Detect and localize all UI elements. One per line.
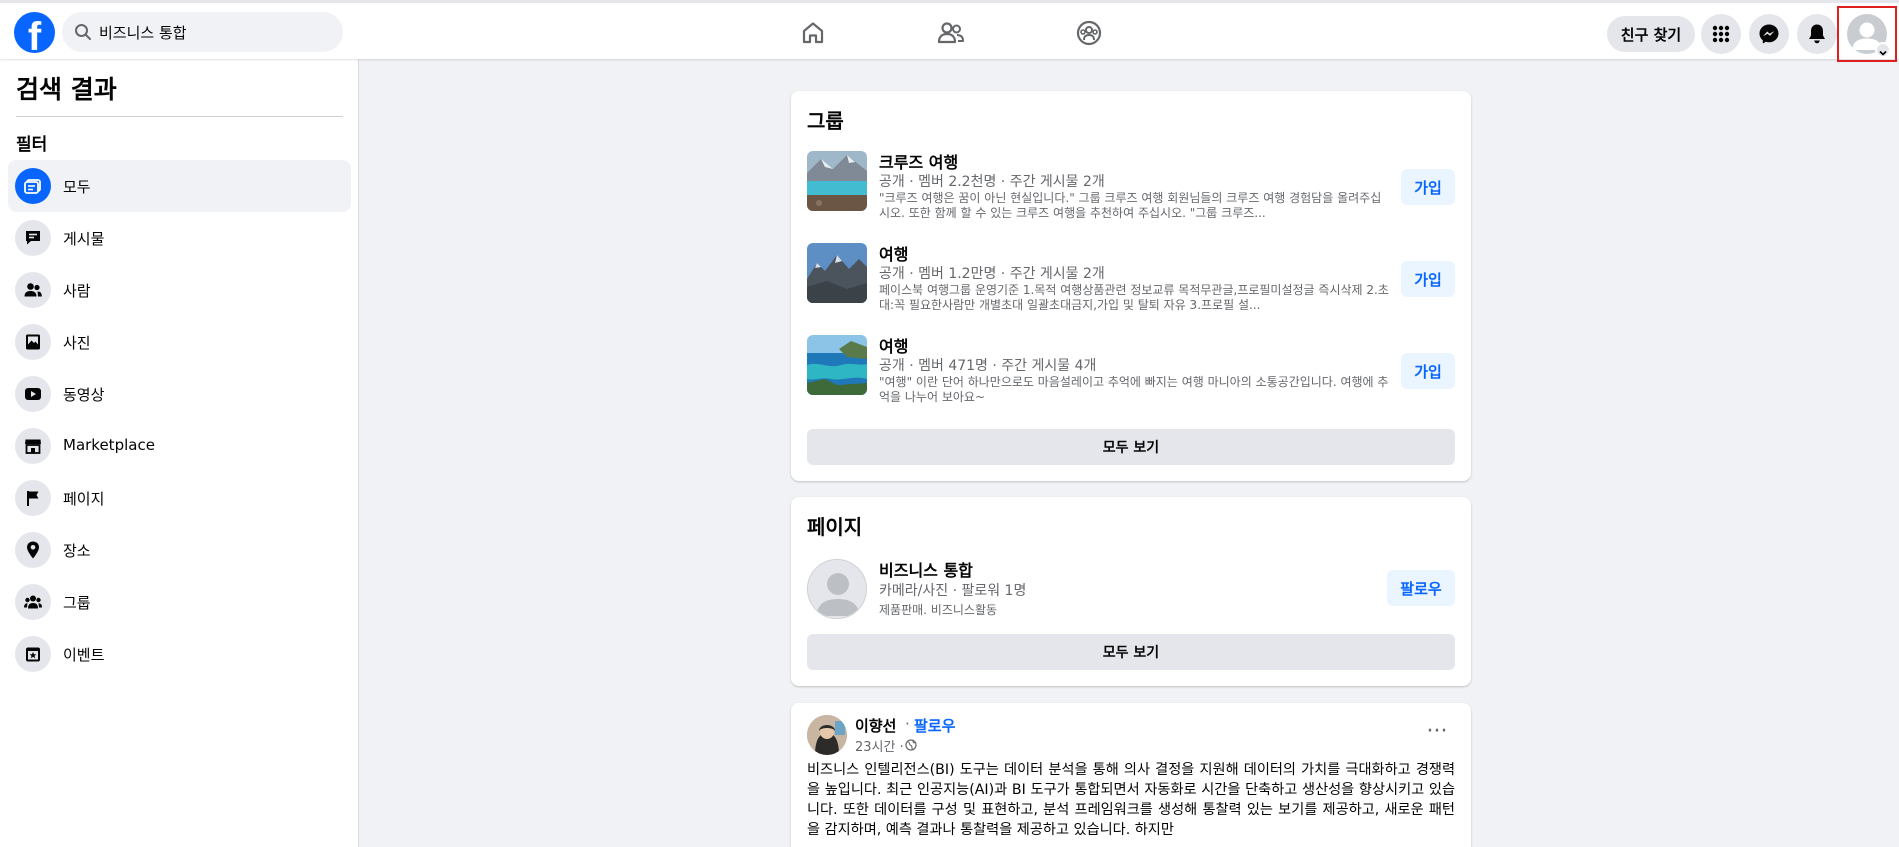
filter-item-videos[interactable]: 동영상 xyxy=(8,368,351,420)
posts-icon xyxy=(15,220,51,256)
menu-grid-icon xyxy=(1712,25,1730,43)
menu-button[interactable] xyxy=(1701,14,1741,54)
follow-author-link[interactable]: 팔로우 xyxy=(914,715,955,736)
filter-item-photos[interactable]: 사진 xyxy=(8,316,351,368)
places-icon xyxy=(15,532,51,568)
divider xyxy=(16,116,343,117)
filter-item-people[interactable]: 사람 xyxy=(8,264,351,316)
page-name[interactable]: 비즈니스 통합 xyxy=(879,557,973,581)
top-navigation-bar: f 친구 찾기 xyxy=(0,0,1899,62)
messenger-icon xyxy=(1759,24,1779,44)
profile-menu-button[interactable] xyxy=(1837,6,1897,62)
friends-icon xyxy=(937,22,964,44)
search-filters-sidebar: 검색 결과 필터 모두 게시물 사람 사진 동영상 Marketplace 페이… xyxy=(0,59,359,847)
follow-page-button[interactable]: 팔로우 xyxy=(1387,570,1455,606)
filter-label: 동영상 xyxy=(63,386,105,404)
notifications-button[interactable] xyxy=(1797,14,1837,54)
people-icon xyxy=(15,272,51,308)
page-description: 제품판매. 비즈니스활동 xyxy=(879,603,998,617)
photos-icon xyxy=(15,324,51,360)
filter-label: 이벤트 xyxy=(63,646,105,664)
filter-label: 장소 xyxy=(63,542,91,560)
messenger-button[interactable] xyxy=(1749,14,1789,54)
filter-item-places[interactable]: 장소 xyxy=(8,524,351,576)
groups-tab[interactable] xyxy=(1069,15,1109,51)
filter-item-events[interactable]: 이벤트 xyxy=(8,628,351,680)
group-result-item[interactable]: 크루즈 여행 공개 · 멤버 2.2천명 · 주간 게시물 2개 "크루즈 여행… xyxy=(807,149,1455,229)
filter-item-all[interactable]: 모두 xyxy=(8,160,351,212)
group-description: 페이스북 여행그룹 운영기준 1.목적 여행상품관련 정보교류 목적무관글,프로… xyxy=(879,283,1389,312)
group-name[interactable]: 여행 xyxy=(879,333,908,357)
chevron-down-icon xyxy=(1879,50,1887,56)
search-results-title: 검색 결과 xyxy=(16,75,117,104)
pages-results-card: 페이지 비즈니스 통합 카메라/사진 · 팔로워 1명 제품판매. 비즈니스활동… xyxy=(791,497,1471,686)
more-options-icon[interactable]: ··· xyxy=(1419,717,1455,753)
filters-heading: 필터 xyxy=(16,135,48,155)
search-box[interactable] xyxy=(62,12,343,52)
find-friends-button[interactable]: 친구 찾기 xyxy=(1607,16,1695,52)
account-chevron xyxy=(1875,42,1891,58)
filter-label: 페이지 xyxy=(63,490,105,508)
pages-icon xyxy=(15,480,51,516)
filter-label: 사람 xyxy=(63,282,91,300)
videos-icon xyxy=(15,376,51,412)
group-description: "크루즈 여행은 꿈이 아닌 현실입니다." 그룹 크루즈 여행 회원님들의 크… xyxy=(879,191,1382,220)
page-meta: 카메라/사진 · 팔로워 1명 xyxy=(879,583,1027,599)
join-group-button[interactable]: 가입 xyxy=(1401,169,1455,205)
join-group-button[interactable]: 가입 xyxy=(1401,261,1455,297)
search-icon xyxy=(75,24,91,40)
marketplace-icon xyxy=(15,428,51,464)
see-all-groups-button[interactable]: 모두 보기 xyxy=(807,429,1455,465)
author-avatar[interactable] xyxy=(807,715,847,755)
facebook-logo[interactable]: f xyxy=(14,12,55,53)
group-description: "여행" 이란 단어 하나만으로도 마음설레이고 추억에 빠지는 여행 마니아의… xyxy=(879,375,1389,404)
filter-label: 그룹 xyxy=(63,594,91,612)
bell-icon xyxy=(1809,24,1825,44)
filter-item-posts[interactable]: 게시물 xyxy=(8,212,351,264)
group-meta: 공개 · 멤버 471명 · 주간 게시물 4개 xyxy=(879,358,1097,374)
groups-heading: 그룹 xyxy=(807,109,844,133)
group-cover-image[interactable] xyxy=(807,335,867,395)
group-meta: 공개 · 멤버 2.2천명 · 주간 게시물 2개 xyxy=(879,174,1105,190)
events-icon xyxy=(15,636,51,672)
groups-results-card: 그룹 크루즈 여행 공개 · 멤버 2.2천명 · 주간 게시물 2개 "크루즈… xyxy=(791,91,1471,481)
filter-item-pages[interactable]: 페이지 xyxy=(8,472,351,524)
globe-icon xyxy=(905,739,917,751)
dot-separator: · xyxy=(905,715,910,733)
group-result-item[interactable]: 여행 공개 · 멤버 471명 · 주간 게시물 4개 "여행" 이란 단어 하… xyxy=(807,333,1455,413)
filter-item-groups[interactable]: 그룹 xyxy=(8,576,351,628)
filter-label: 사진 xyxy=(63,334,91,352)
friends-tab[interactable] xyxy=(931,15,971,51)
see-all-pages-button[interactable]: 모두 보기 xyxy=(807,634,1455,670)
search-input[interactable] xyxy=(99,12,335,52)
join-group-button[interactable]: 가입 xyxy=(1401,353,1455,389)
group-meta: 공개 · 멤버 1.2만명 · 주간 게시물 2개 xyxy=(879,266,1105,282)
home-icon xyxy=(802,22,824,44)
home-tab[interactable] xyxy=(793,15,833,51)
post-author-name[interactable]: 이향선 xyxy=(855,715,896,736)
filter-label: Marketplace xyxy=(63,436,155,454)
group-cover-image[interactable] xyxy=(807,151,867,211)
groups-icon xyxy=(1076,20,1102,46)
group-name[interactable]: 여행 xyxy=(879,241,908,265)
filter-label: 모두 xyxy=(63,178,91,196)
post-timestamp[interactable]: 23시간 · xyxy=(855,736,904,755)
page-avatar[interactable] xyxy=(807,559,867,619)
filter-item-marketplace[interactable]: Marketplace xyxy=(8,420,351,472)
post-result-card: 이향선 · 팔로우 23시간 · ··· 비즈니스 인텔리전스(BI) 도구는 … xyxy=(791,703,1471,847)
group-name[interactable]: 크루즈 여행 xyxy=(879,149,958,173)
group-result-item[interactable]: 여행 공개 · 멤버 1.2만명 · 주간 게시물 2개 페이스북 여행그룹 운… xyxy=(807,241,1455,321)
groups-icon xyxy=(15,584,51,620)
all-results-icon xyxy=(15,168,51,204)
filter-label: 게시물 xyxy=(63,230,105,248)
post-text: 비즈니스 인텔리전스(BI) 도구는 데이터 분석을 통해 의사 결정을 지원해… xyxy=(807,762,1455,838)
group-cover-image[interactable] xyxy=(807,243,867,303)
default-avatar-icon xyxy=(808,560,866,618)
pages-heading: 페이지 xyxy=(807,515,863,539)
